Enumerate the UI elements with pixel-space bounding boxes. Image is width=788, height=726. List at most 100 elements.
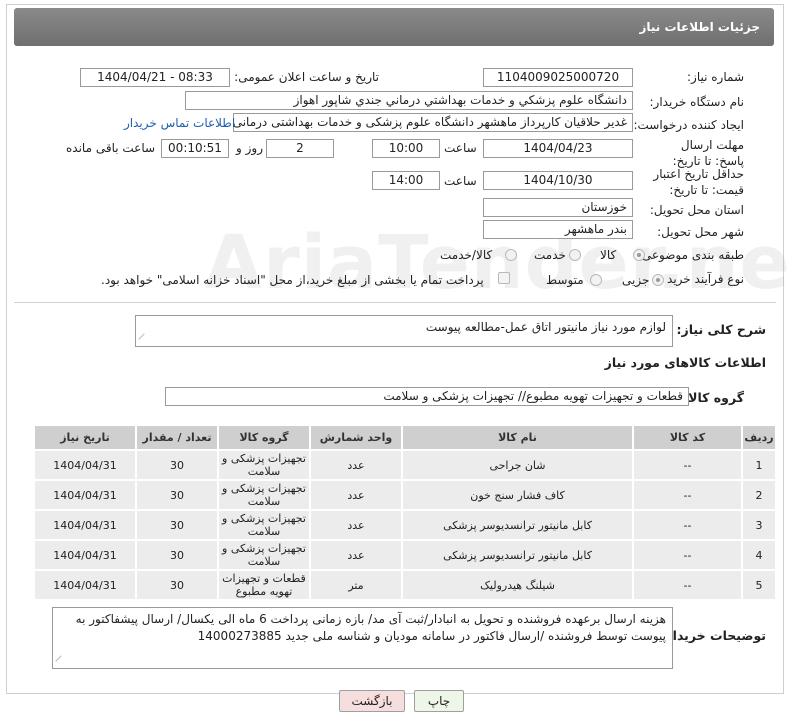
price-validity-date-field: 1404/10/30 bbox=[483, 171, 633, 190]
resize-grip-icon[interactable] bbox=[138, 333, 150, 345]
cell-date: 1404/04/31 bbox=[33, 479, 137, 511]
items-table: ردیف کد کالا نام کالا واحد شمارش گروه کا… bbox=[33, 424, 777, 601]
cell-unit: عدد bbox=[309, 479, 403, 511]
announce-date-label: تاریخ و ساعت اعلان عمومی: bbox=[234, 70, 379, 84]
days-label: روز و bbox=[236, 141, 263, 155]
province-field: خوزستان bbox=[483, 198, 633, 217]
requester-label: ایجاد کننده درخواست: bbox=[633, 118, 744, 132]
col-header-unit: واحد شمارش bbox=[309, 424, 403, 451]
treasury-checkbox[interactable] bbox=[498, 272, 510, 284]
buyer-notes-label: توضیحات خریدار: bbox=[660, 628, 766, 643]
cell-unit: عدد bbox=[309, 509, 403, 541]
cell-code: -- bbox=[632, 479, 743, 511]
purchase-option-minor: جزیی bbox=[622, 273, 650, 287]
price-validity-label: حداقل تاریخ اعتبار قیمت: تا تاریخ: bbox=[653, 167, 744, 197]
col-header-row: ردیف bbox=[741, 424, 777, 451]
divider bbox=[14, 302, 776, 303]
cell-qty: 30 bbox=[135, 509, 219, 541]
col-header-group: گروه کالا bbox=[217, 424, 311, 451]
need-summary-label: شرح کلی نیاز: bbox=[676, 322, 766, 337]
col-header-date: تاریخ نیاز bbox=[33, 424, 137, 451]
response-date-field: 1404/04/23 bbox=[483, 139, 633, 158]
announce-date-field: 1404/04/21 - 08:33 bbox=[80, 68, 230, 87]
cell-code: -- bbox=[632, 449, 743, 481]
cell-date: 1404/04/31 bbox=[33, 569, 137, 601]
cell-name: کابل مانیتور ترانسدیوسر پزشکی bbox=[401, 509, 634, 541]
cell-date: 1404/04/31 bbox=[33, 509, 137, 541]
category-option-goods-service: کالا/خدمت bbox=[440, 248, 493, 262]
cell-group: تجهیزات پزشکی و سلامت bbox=[217, 539, 311, 571]
cell-unit: متر bbox=[309, 569, 403, 601]
cell-row: 2 bbox=[741, 479, 777, 511]
category-option-service: خدمت bbox=[534, 248, 566, 262]
col-header-qty: تعداد / مقدار bbox=[135, 424, 219, 451]
cell-code: -- bbox=[632, 509, 743, 541]
purchase-type-label: نوع فرآیند خرید : bbox=[659, 272, 744, 286]
cell-group: تجهیزات پزشکی و سلامت bbox=[217, 449, 311, 481]
cell-group: تجهیزات پزشکی و سلامت bbox=[217, 479, 311, 511]
response-time-field: 10:00 bbox=[372, 139, 440, 158]
table-header-row: ردیف کد کالا نام کالا واحد شمارش گروه کا… bbox=[33, 424, 777, 451]
buyer-notes-text: هزینه ارسال برعهده فروشنده و تحویل به ان… bbox=[75, 612, 666, 643]
purchase-radio-medium[interactable] bbox=[590, 274, 602, 286]
category-option-goods: کالا bbox=[600, 248, 617, 262]
need-number-label: شماره نیاز: bbox=[687, 70, 744, 84]
table-row: 5 -- شیلنگ هیدرولیک متر قطعات و تجهیزات … bbox=[33, 569, 777, 601]
col-header-name: نام کالا bbox=[401, 424, 634, 451]
buyer-contact-link[interactable]: اطلاعات تماس خریدار bbox=[124, 116, 235, 130]
purchase-option-medium: متوسط bbox=[546, 273, 584, 287]
print-button[interactable]: چاپ bbox=[414, 690, 464, 712]
city-field: بندر ماهشهر bbox=[483, 220, 633, 239]
buyer-org-field: دانشگاه علوم پزشكي و خدمات بهداشتي درمان… bbox=[185, 91, 633, 110]
need-summary-field: لوازم مورد نیاز مانیتور اتاق عمل-مطالعه … bbox=[135, 315, 673, 347]
goods-group-field: قطعات و تجهیزات تهویه مطبوع// تجهیزات پز… bbox=[165, 387, 689, 406]
cell-name: شان جراحی bbox=[401, 449, 634, 481]
col-header-code: کد کالا bbox=[632, 424, 743, 451]
goods-group-label: گروه کالا: bbox=[683, 390, 744, 405]
cell-qty: 30 bbox=[135, 539, 219, 571]
response-deadline-label: مهلت ارسال پاسخ: تا تاریخ: bbox=[672, 138, 744, 168]
cell-name: کاف فشار سنج خون bbox=[401, 479, 634, 511]
table-row: 3 -- کابل مانیتور ترانسدیوسر پزشکی عدد ت… bbox=[33, 509, 777, 541]
cell-row: 3 bbox=[741, 509, 777, 541]
requester-field: غدیر حلاقیان کارپرداز ماهشهر دانشگاه علو… bbox=[233, 113, 633, 132]
table-row: 4 -- کابل مانیتور ترانسدیوسر پزشکی عدد ت… bbox=[33, 539, 777, 571]
cell-qty: 30 bbox=[135, 449, 219, 481]
price-validity-time-label: ساعت bbox=[444, 174, 477, 188]
cell-group: تجهیزات پزشکی و سلامت bbox=[217, 509, 311, 541]
cell-date: 1404/04/31 bbox=[33, 449, 137, 481]
purchase-radio-minor[interactable] bbox=[652, 274, 664, 286]
treasury-note: پرداخت تمام یا بخشی از مبلغ خرید،از محل … bbox=[101, 273, 484, 287]
buyer-notes-field: هزینه ارسال برعهده فروشنده و تحویل به ان… bbox=[52, 607, 673, 669]
province-label: استان محل تحویل: bbox=[649, 203, 744, 217]
table-row: 2 -- کاف فشار سنج خون عدد تجهیزات پزشکی … bbox=[33, 479, 777, 511]
category-radio-goods-service[interactable] bbox=[505, 249, 517, 261]
page-title: جزئیات اطلاعات نیاز bbox=[639, 20, 760, 34]
remaining-time-label: ساعت باقی مانده bbox=[66, 141, 156, 155]
table-row: 1 -- شان جراحی عدد تجهیزات پزشکی و سلامت… bbox=[33, 449, 777, 481]
cell-group: قطعات و تجهیزات تهویه مطبوع bbox=[217, 569, 311, 601]
price-validity-time-field: 14:00 bbox=[372, 171, 440, 190]
cell-qty: 30 bbox=[135, 569, 219, 601]
need-number-field: 1104009025000720 bbox=[483, 68, 633, 87]
back-button[interactable]: بازگشت bbox=[339, 690, 405, 712]
category-label: طبقه بندی موضوعی: bbox=[637, 248, 744, 262]
cell-row: 5 bbox=[741, 569, 777, 601]
days-field: 2 bbox=[266, 139, 334, 158]
cell-unit: عدد bbox=[309, 449, 403, 481]
resize-grip-icon[interactable] bbox=[55, 655, 67, 667]
need-summary-text: لوازم مورد نیاز مانیتور اتاق عمل-مطالعه … bbox=[425, 320, 666, 334]
cell-qty: 30 bbox=[135, 479, 219, 511]
cell-name: کابل مانیتور ترانسدیوسر پزشکی bbox=[401, 539, 634, 571]
cell-code: -- bbox=[632, 539, 743, 571]
items-section-title: اطلاعات کالاهای مورد نیاز bbox=[604, 355, 766, 370]
cell-name: شیلنگ هیدرولیک bbox=[401, 569, 634, 601]
city-label: شهر محل تحویل: bbox=[657, 225, 744, 239]
header-bar: جزئیات اطلاعات نیاز bbox=[14, 8, 774, 46]
response-time-label: ساعت bbox=[444, 141, 477, 155]
cell-row: 4 bbox=[741, 539, 777, 571]
cell-date: 1404/04/31 bbox=[33, 539, 137, 571]
category-radio-goods[interactable] bbox=[633, 249, 645, 261]
category-radio-service[interactable] bbox=[569, 249, 581, 261]
cell-code: -- bbox=[632, 569, 743, 601]
